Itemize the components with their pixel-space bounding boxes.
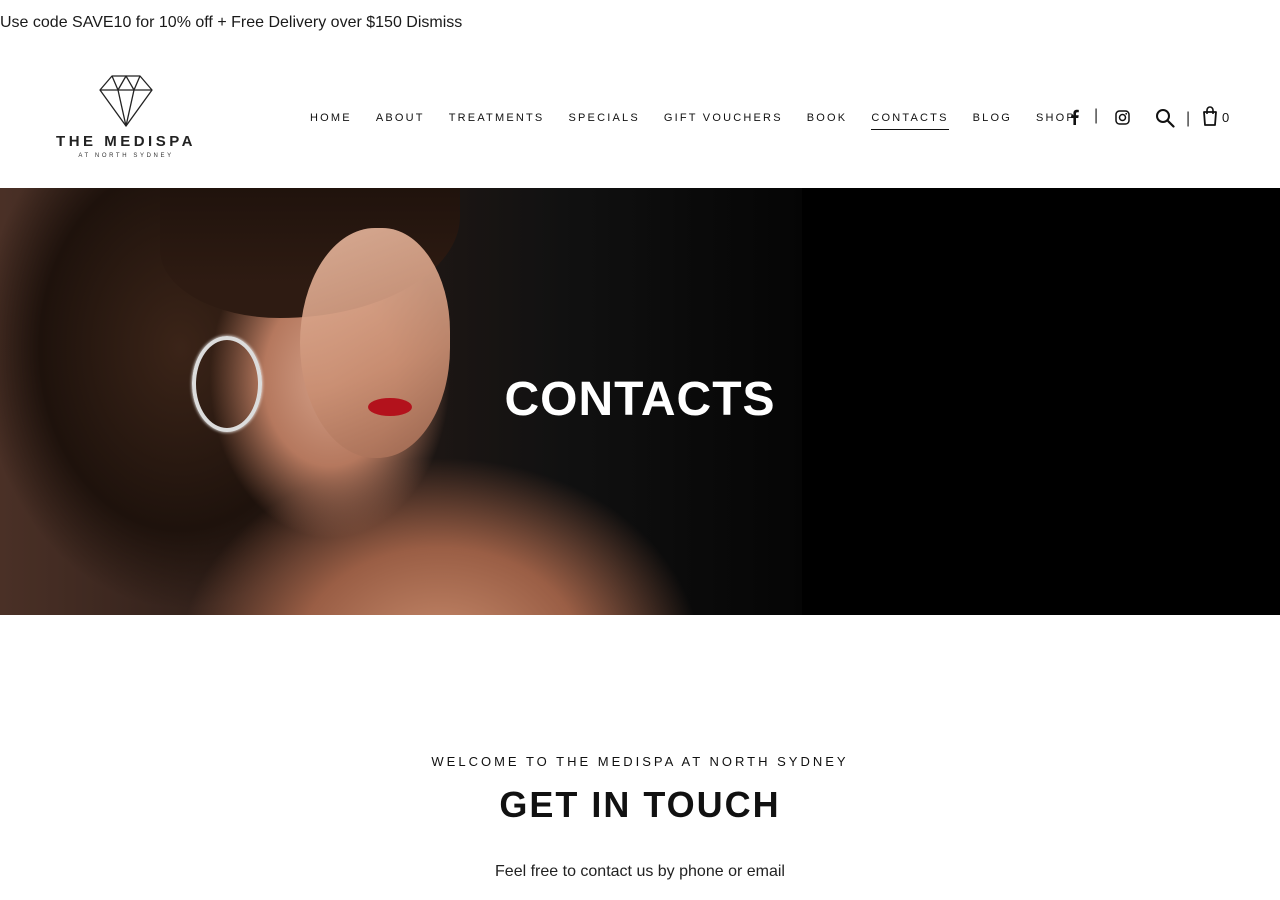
section-heading: GET IN TOUCH (499, 784, 781, 825)
nav-gift-vouchers[interactable]: GIFT VOUCHERS (664, 110, 783, 130)
cart-count[interactable]: 0 (1222, 110, 1229, 125)
nav-treatments[interactable]: TREATMENTS (449, 110, 545, 130)
nav-book[interactable]: BOOK (807, 110, 848, 130)
nav-about[interactable]: ABOUT (376, 110, 425, 130)
instagram-icon[interactable] (1115, 110, 1130, 125)
icon-separator: | (1094, 107, 1099, 124)
promo-message: Use code SAVE10 for 10% off + Free Deliv… (0, 14, 402, 31)
promo-banner: Use code SAVE10 for 10% off + Free Deliv… (0, 10, 462, 36)
logo-subtitle: AT NORTH SYDNEY (78, 153, 174, 159)
welcome-eyebrow: WELCOME TO THE MEDISPA AT NORTH SYDNEY (431, 754, 849, 769)
logo-title: THE MEDISPA (56, 133, 196, 150)
icon-separator: | (1186, 110, 1191, 127)
shopping-bag-icon[interactable] (1202, 106, 1218, 126)
page-title: CONTACTS (504, 373, 776, 426)
nav-specials[interactable]: SPECIALS (568, 110, 639, 130)
nav-blog[interactable]: BLOG (973, 110, 1012, 130)
diamond-icon (99, 75, 153, 127)
intro-text: Feel free to contact us by phone or emai… (495, 863, 785, 880)
dismiss-link[interactable]: Dismiss (406, 14, 462, 31)
hero-banner: CONTACTS (0, 188, 1280, 615)
site-header: THE MEDISPA AT NORTH SYDNEY HOME ABOUT T… (0, 48, 1280, 188)
logo[interactable]: THE MEDISPA AT NORTH SYDNEY (46, 74, 206, 164)
nav-contacts[interactable]: CONTACTS (871, 110, 949, 130)
main-nav: HOME ABOUT TREATMENTS SPECIALS GIFT VOUC… (310, 110, 1100, 130)
nav-home[interactable]: HOME (310, 110, 352, 130)
facebook-icon[interactable] (1068, 109, 1080, 125)
search-icon[interactable] (1155, 108, 1175, 128)
